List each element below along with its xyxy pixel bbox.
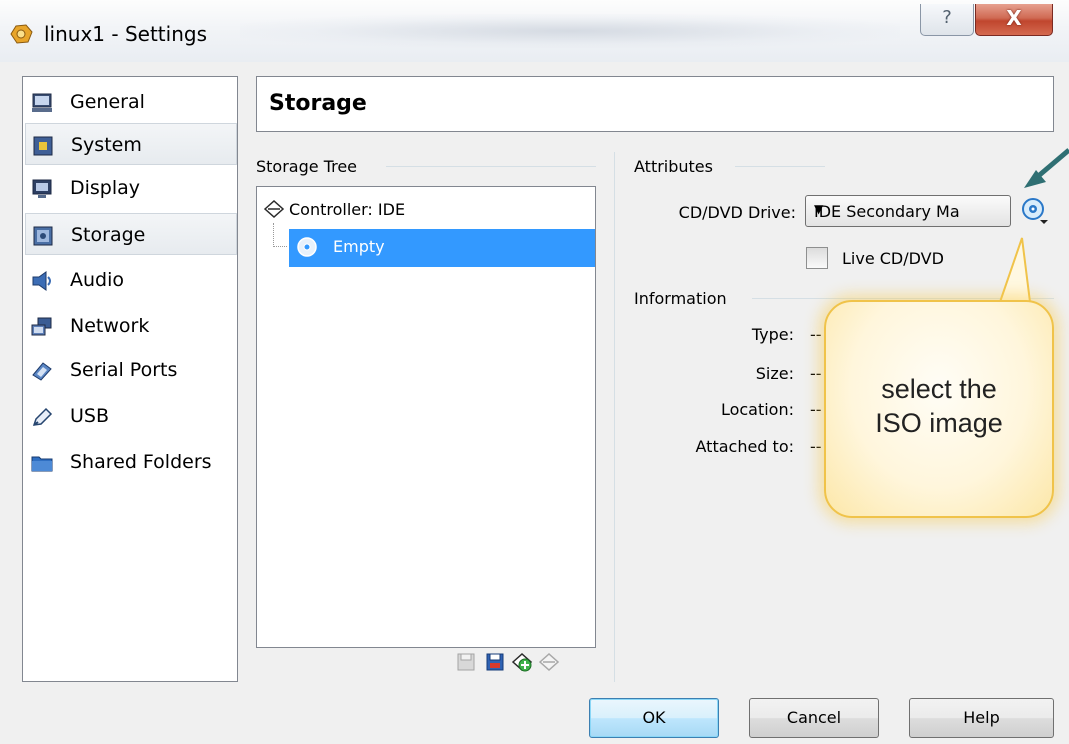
page-header: Storage xyxy=(256,76,1054,132)
nav-item-shared-folders[interactable]: Shared Folders xyxy=(25,441,237,483)
storage-tree[interactable]: Controller: IDE Empty xyxy=(256,186,596,648)
cd-dvd-drive-select[interactable]: IDE Secondary Ma ▼ xyxy=(805,195,1011,227)
nav-item-label: Serial Ports xyxy=(70,359,178,381)
info-attached-to-value: -- xyxy=(810,437,822,456)
help-button[interactable]: Help xyxy=(909,698,1054,738)
callout-line-1: select the xyxy=(881,374,997,404)
callout-text: select the ISO image xyxy=(824,372,1054,440)
storage-tree-heading: Storage Tree xyxy=(256,157,358,176)
nav-item-storage[interactable]: Storage xyxy=(25,213,237,255)
ide-controller-icon xyxy=(263,199,285,219)
nav-item-label: Shared Folders xyxy=(70,451,212,473)
remove-controller-disabled-icon[interactable] xyxy=(538,651,560,673)
nav-item-display[interactable]: Display xyxy=(25,167,237,209)
tree-item-controller-ide[interactable]: Controller: IDE xyxy=(289,200,405,219)
nav-item-general[interactable]: General xyxy=(25,81,237,123)
nav-item-label: General xyxy=(70,91,145,113)
group-divider xyxy=(752,298,1054,299)
window-close-button[interactable]: X xyxy=(975,4,1053,36)
panel-separator xyxy=(614,152,615,682)
nav-item-audio[interactable]: Audio xyxy=(25,259,237,301)
nav-item-label: System xyxy=(71,134,142,156)
nav-item-network[interactable]: Network xyxy=(25,305,237,347)
info-location-value: -- xyxy=(810,400,822,419)
attributes-heading: Attributes xyxy=(634,157,713,176)
cd-dvd-drive-label: CD/DVD Drive: xyxy=(678,203,796,222)
chevron-down-icon: ▼ xyxy=(814,202,824,216)
live-cd-checkbox[interactable] xyxy=(806,247,828,269)
group-divider xyxy=(735,166,825,167)
nav-item-label: Storage xyxy=(71,224,146,246)
nav-item-usb[interactable]: USB xyxy=(25,395,237,437)
choose-disk-icon[interactable] xyxy=(1020,196,1050,226)
tree-item-empty-drive[interactable]: Empty xyxy=(289,229,595,267)
chip-icon xyxy=(33,136,53,156)
title-bar: linux1 - Settings ? X xyxy=(0,0,1069,62)
info-size-value: -- xyxy=(810,364,822,383)
tree-connector xyxy=(273,223,287,247)
display-icon xyxy=(32,179,52,198)
info-location-label: Location: xyxy=(720,400,794,419)
group-divider xyxy=(386,166,596,167)
network-icon xyxy=(31,317,52,336)
window-title: linux1 - Settings xyxy=(44,22,207,46)
usb-icon xyxy=(32,407,53,426)
serial-port-icon xyxy=(32,362,52,381)
remove-attachment-icon[interactable] xyxy=(484,651,506,673)
cancel-button[interactable]: Cancel xyxy=(749,698,879,738)
nav-item-serial-ports[interactable]: Serial Ports xyxy=(25,349,237,391)
live-cd-label: Live CD/DVD xyxy=(842,249,944,268)
information-heading: Information xyxy=(634,289,727,308)
storage-icon xyxy=(33,226,53,246)
close-icon: X xyxy=(1006,6,1022,30)
callout-line-2: ISO image xyxy=(875,408,1003,438)
add-attachment-disabled-icon[interactable] xyxy=(455,651,477,673)
info-attached-to-label: Attached to: xyxy=(695,437,795,456)
folder-icon xyxy=(31,456,53,472)
title-bar-glass xyxy=(240,14,900,48)
nav-item-label: Display xyxy=(70,177,141,199)
question-icon: ? xyxy=(942,7,952,28)
optical-disc-icon xyxy=(297,237,317,257)
page-title: Storage xyxy=(269,91,367,116)
info-type-value: -- xyxy=(810,325,822,344)
settings-category-list: General System Display Storage Audio Net… xyxy=(22,76,238,682)
monitor-icon xyxy=(32,93,52,112)
add-controller-icon[interactable] xyxy=(511,651,533,673)
info-size-label: Size: xyxy=(755,364,794,383)
info-type-label: Type: xyxy=(751,325,794,344)
nav-item-label: Network xyxy=(70,315,150,337)
ok-button[interactable]: OK xyxy=(589,698,719,738)
tree-item-label: Empty xyxy=(333,237,385,256)
virtualbox-app-icon xyxy=(10,24,33,44)
window-help-button[interactable]: ? xyxy=(920,4,974,36)
nav-item-label: Audio xyxy=(70,269,125,291)
nav-item-label: USB xyxy=(70,405,110,427)
nav-item-system[interactable]: System xyxy=(25,123,237,165)
speaker-icon xyxy=(32,271,51,291)
